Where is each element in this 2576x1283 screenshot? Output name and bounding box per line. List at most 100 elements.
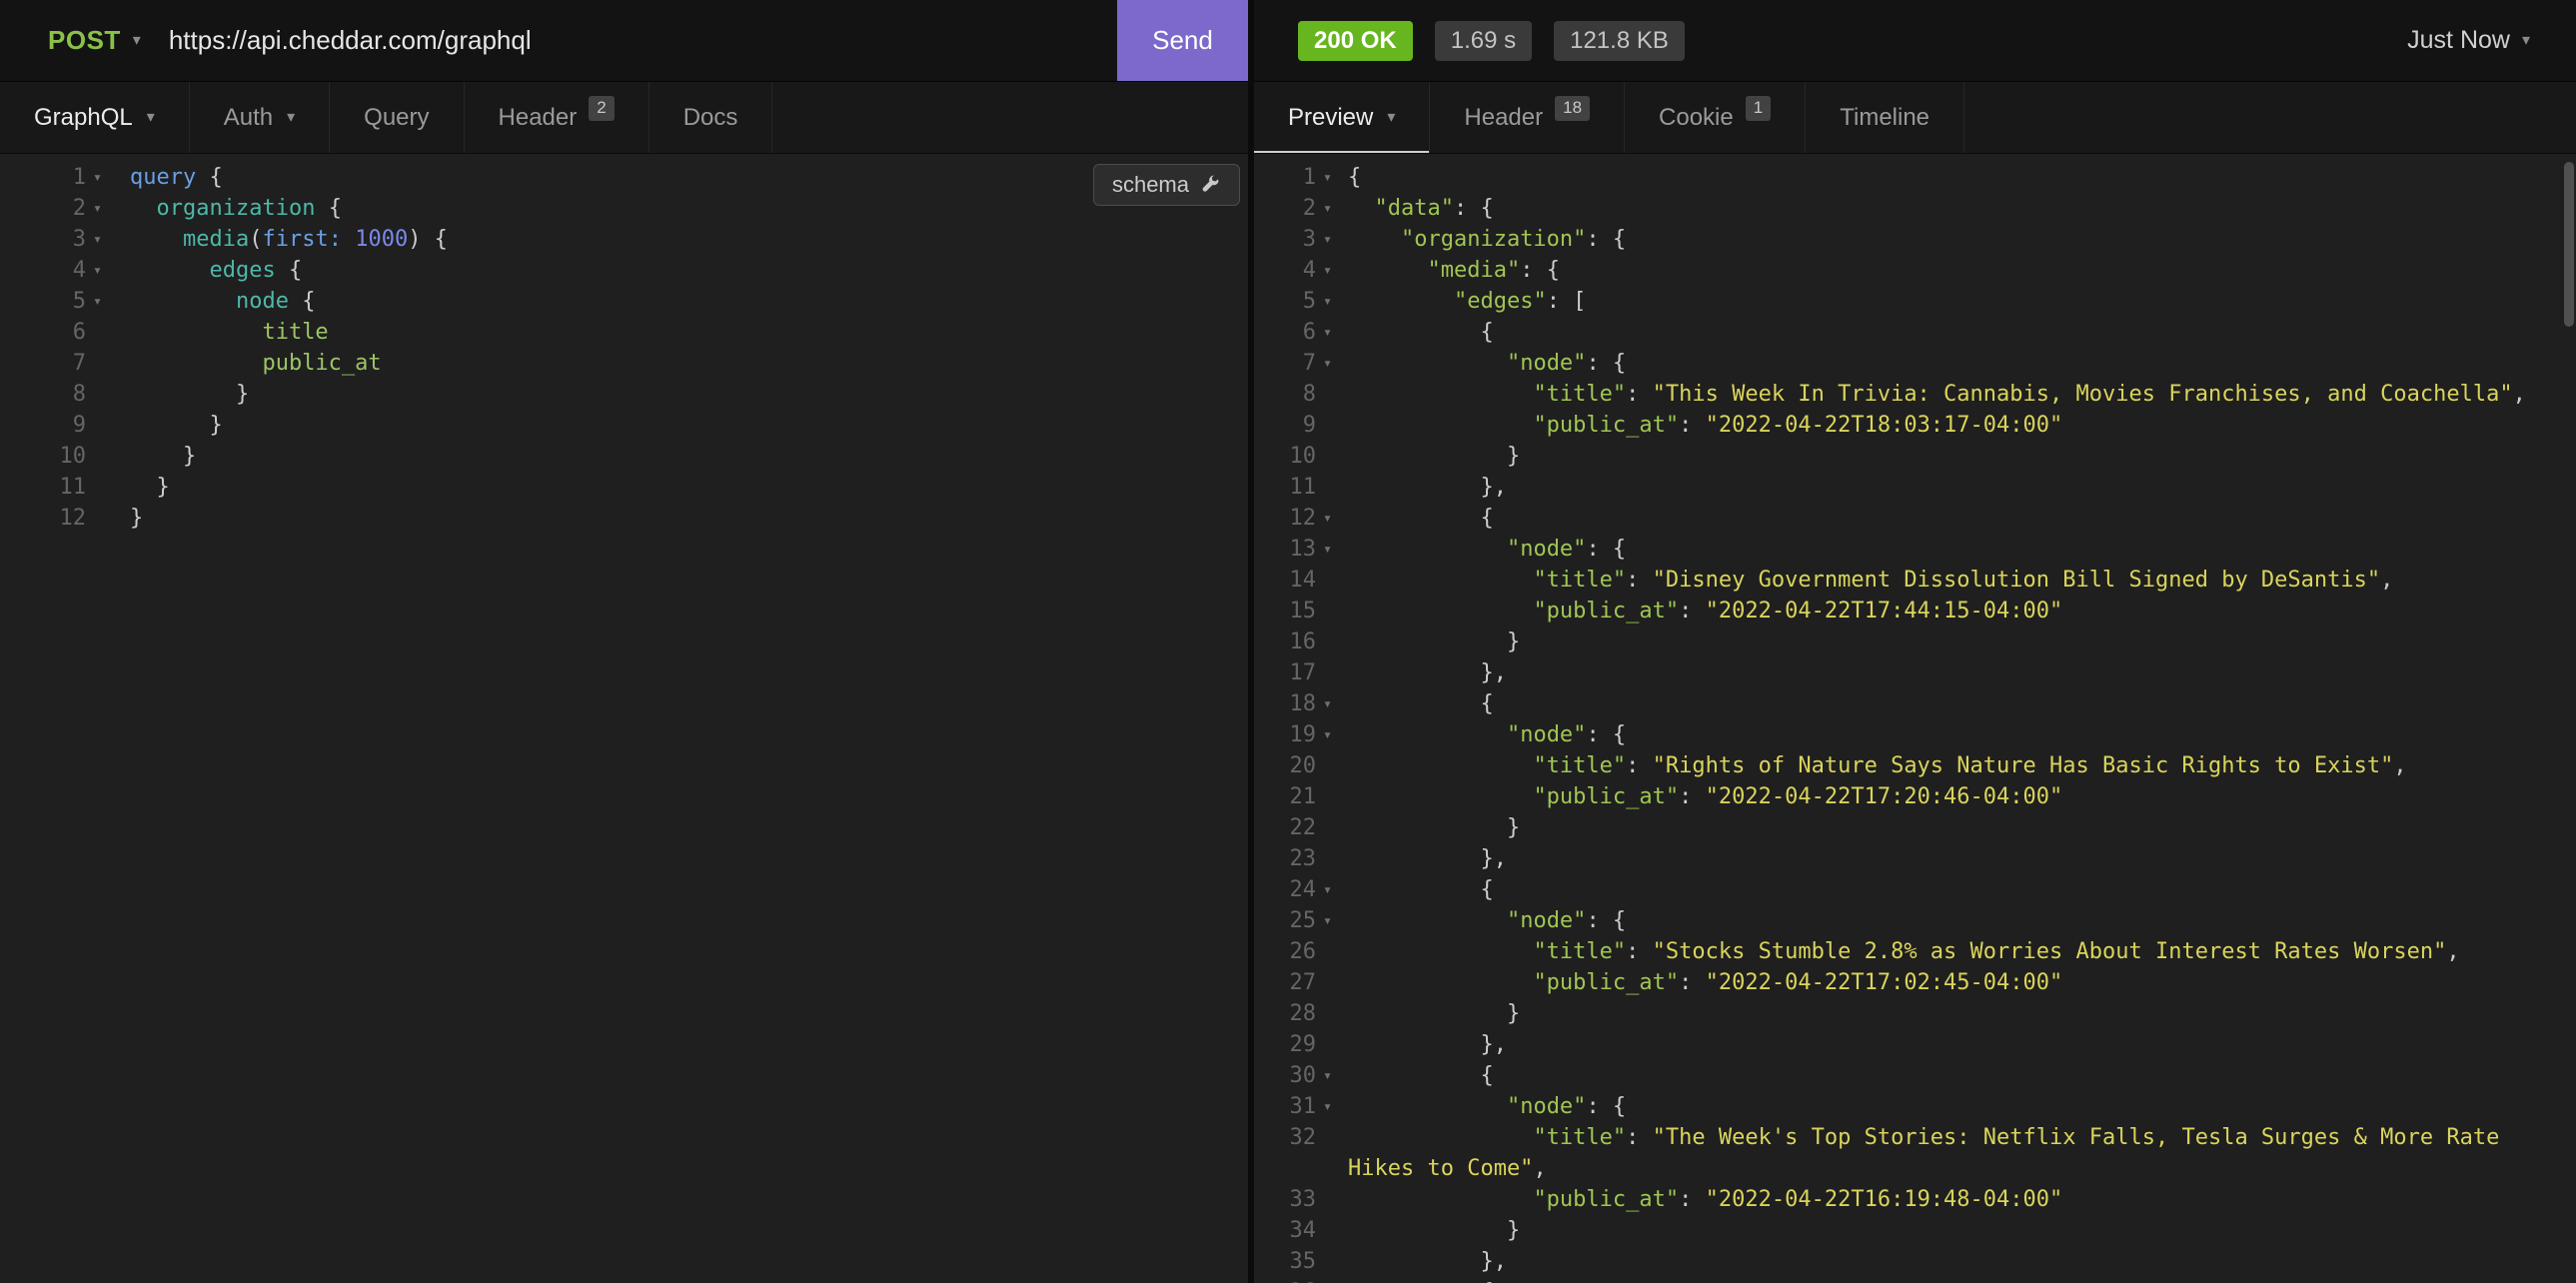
fold-caret-icon[interactable]: ▾ bbox=[1316, 503, 1340, 534]
tab-docs[interactable]: Docs bbox=[649, 82, 773, 153]
query-code-line[interactable]: 8 } bbox=[16, 379, 1248, 410]
response-code-line: 28 } bbox=[1268, 998, 2576, 1029]
code-content[interactable]: } bbox=[122, 472, 1248, 503]
code-content[interactable]: } bbox=[122, 441, 1248, 472]
line-number: 35 bbox=[1268, 1246, 1316, 1277]
method-selector[interactable]: POST ▾ bbox=[48, 25, 141, 56]
query-code-line[interactable]: 5▾ node { bbox=[16, 286, 1248, 317]
response-code-line: 32 "title": "The Week's Top Stories: Net… bbox=[1268, 1122, 2576, 1184]
fold-caret-icon[interactable]: ▾ bbox=[86, 255, 122, 286]
graphql-query-editor[interactable]: 1▾query {2▾ organization {3▾ media(first… bbox=[0, 154, 1248, 1283]
query-code-line[interactable]: 9 } bbox=[16, 410, 1248, 441]
code-content: } bbox=[1340, 627, 2576, 657]
fold-caret-icon[interactable]: ▾ bbox=[86, 193, 122, 224]
code-content[interactable]: } bbox=[122, 379, 1248, 410]
code-content: "public_at": "2022-04-22T17:20:46-04:00" bbox=[1340, 781, 2576, 812]
line-number: 13 bbox=[1268, 534, 1316, 565]
response-code-line: 19▾ "node": { bbox=[1268, 719, 2576, 750]
line-number: 6 bbox=[1268, 317, 1316, 348]
query-code-line[interactable]: 2▾ organization { bbox=[16, 193, 1248, 224]
response-code-line: 7▾ "node": { bbox=[1268, 348, 2576, 379]
tab-label: Auth bbox=[224, 104, 273, 132]
count-badge: 2 bbox=[589, 96, 614, 120]
code-content[interactable]: public_at bbox=[122, 348, 1248, 379]
fold-caret-icon[interactable]: ▾ bbox=[1316, 1277, 1340, 1283]
schema-button[interactable]: schema bbox=[1093, 164, 1240, 206]
tab-query[interactable]: Query bbox=[330, 82, 464, 153]
fold-caret-icon[interactable]: ▾ bbox=[1316, 534, 1340, 565]
query-code-line[interactable]: 12} bbox=[16, 503, 1248, 534]
fold-caret-icon[interactable]: ▾ bbox=[1316, 193, 1340, 224]
code-content[interactable]: } bbox=[122, 410, 1248, 441]
response-history-dropdown[interactable]: Just Now ▾ bbox=[2407, 26, 2530, 55]
query-code-line[interactable]: 7 public_at bbox=[16, 348, 1248, 379]
query-code-line[interactable]: 6 title bbox=[16, 317, 1248, 348]
code-content: "title": "Rights of Nature Says Nature H… bbox=[1340, 750, 2576, 781]
fold-caret-icon[interactable]: ▾ bbox=[1316, 688, 1340, 719]
code-content: }, bbox=[1340, 1029, 2576, 1060]
line-number: 34 bbox=[1268, 1215, 1316, 1246]
response-code-line: 9 "public_at": "2022-04-22T18:03:17-04:0… bbox=[1268, 410, 2576, 441]
code-content[interactable]: query { bbox=[122, 162, 1248, 193]
count-badge: 1 bbox=[1746, 96, 1771, 120]
fold-caret-icon[interactable]: ▾ bbox=[1316, 348, 1340, 379]
tab-preview[interactable]: Preview ▾ bbox=[1254, 82, 1430, 153]
response-code-line: 15 "public_at": "2022-04-22T17:44:15-04:… bbox=[1268, 596, 2576, 627]
response-code-line: 24▾ { bbox=[1268, 874, 2576, 905]
response-code-line: 8 "title": "This Week In Trivia: Cannabi… bbox=[1268, 379, 2576, 410]
code-content: "node": { bbox=[1340, 905, 2576, 936]
scrollbar-thumb[interactable] bbox=[2564, 162, 2574, 327]
line-number: 22 bbox=[1268, 812, 1316, 843]
response-code-line: 22 } bbox=[1268, 812, 2576, 843]
query-code-line[interactable]: 1▾query { bbox=[16, 162, 1248, 193]
fold-caret-icon[interactable]: ▾ bbox=[1316, 255, 1340, 286]
code-content[interactable]: media(first: 1000) { bbox=[122, 224, 1248, 255]
fold-caret-icon[interactable]: ▾ bbox=[1316, 905, 1340, 936]
fold-caret-icon[interactable]: ▾ bbox=[1316, 719, 1340, 750]
code-content: "title": "The Week's Top Stories: Netfli… bbox=[1340, 1122, 2576, 1184]
query-code-line[interactable]: 4▾ edges { bbox=[16, 255, 1248, 286]
query-code-line[interactable]: 11 } bbox=[16, 472, 1248, 503]
fold-caret-icon[interactable]: ▾ bbox=[1316, 1060, 1340, 1091]
response-code-line: 18▾ { bbox=[1268, 688, 2576, 719]
chevron-down-icon: ▾ bbox=[1387, 110, 1395, 126]
tab-header[interactable]: Header 2 bbox=[465, 82, 649, 153]
chevron-down-icon: ▾ bbox=[147, 110, 155, 126]
tab-auth[interactable]: Auth ▾ bbox=[190, 82, 330, 153]
fold-caret-icon[interactable]: ▾ bbox=[1316, 1091, 1340, 1122]
fold-caret-icon[interactable]: ▾ bbox=[86, 162, 122, 193]
response-code-line: 29 }, bbox=[1268, 1029, 2576, 1060]
url-input[interactable]: https://api.cheddar.com/graphql bbox=[169, 25, 1117, 56]
code-content[interactable]: edges { bbox=[122, 255, 1248, 286]
chevron-down-icon: ▾ bbox=[133, 33, 141, 49]
query-code-area[interactable]: 1▾query {2▾ organization {3▾ media(first… bbox=[0, 154, 1248, 534]
line-number: 12 bbox=[1268, 503, 1316, 534]
fold-caret-icon[interactable]: ▾ bbox=[86, 286, 122, 317]
fold-caret-icon[interactable]: ▾ bbox=[1316, 224, 1340, 255]
fold-caret-icon[interactable]: ▾ bbox=[1316, 162, 1340, 193]
fold-caret-icon[interactable]: ▾ bbox=[1316, 286, 1340, 317]
tab-cookie[interactable]: Cookie 1 bbox=[1625, 82, 1806, 153]
code-content: { bbox=[1340, 503, 2576, 534]
send-button[interactable]: Send bbox=[1117, 0, 1248, 81]
fold-caret-icon[interactable]: ▾ bbox=[1316, 874, 1340, 905]
code-content[interactable]: } bbox=[122, 503, 1248, 534]
tab-timeline[interactable]: Timeline bbox=[1806, 82, 1964, 153]
fold-caret-icon[interactable]: ▾ bbox=[1316, 317, 1340, 348]
request-tab-bar: GraphQL ▾ Auth ▾ Query Header 2 Docs bbox=[0, 82, 1248, 154]
history-label: Just Now bbox=[2407, 26, 2510, 55]
code-content[interactable]: title bbox=[122, 317, 1248, 348]
tab-label: GraphQL bbox=[34, 104, 133, 132]
query-code-line[interactable]: 3▾ media(first: 1000) { bbox=[16, 224, 1248, 255]
code-content: } bbox=[1340, 998, 2576, 1029]
response-meta-bar: 200 OK 1.69 s 121.8 KB Just Now ▾ bbox=[1254, 0, 2576, 82]
tab-graphql[interactable]: GraphQL ▾ bbox=[0, 82, 190, 153]
line-number: 16 bbox=[1268, 627, 1316, 657]
fold-caret-icon[interactable]: ▾ bbox=[86, 224, 122, 255]
response-code-line: 34 } bbox=[1268, 1215, 2576, 1246]
tab-response-header[interactable]: Header 18 bbox=[1430, 82, 1625, 153]
query-code-line[interactable]: 10 } bbox=[16, 441, 1248, 472]
code-content[interactable]: node { bbox=[122, 286, 1248, 317]
code-content[interactable]: organization { bbox=[122, 193, 1248, 224]
scrollbar[interactable] bbox=[2562, 154, 2576, 1283]
